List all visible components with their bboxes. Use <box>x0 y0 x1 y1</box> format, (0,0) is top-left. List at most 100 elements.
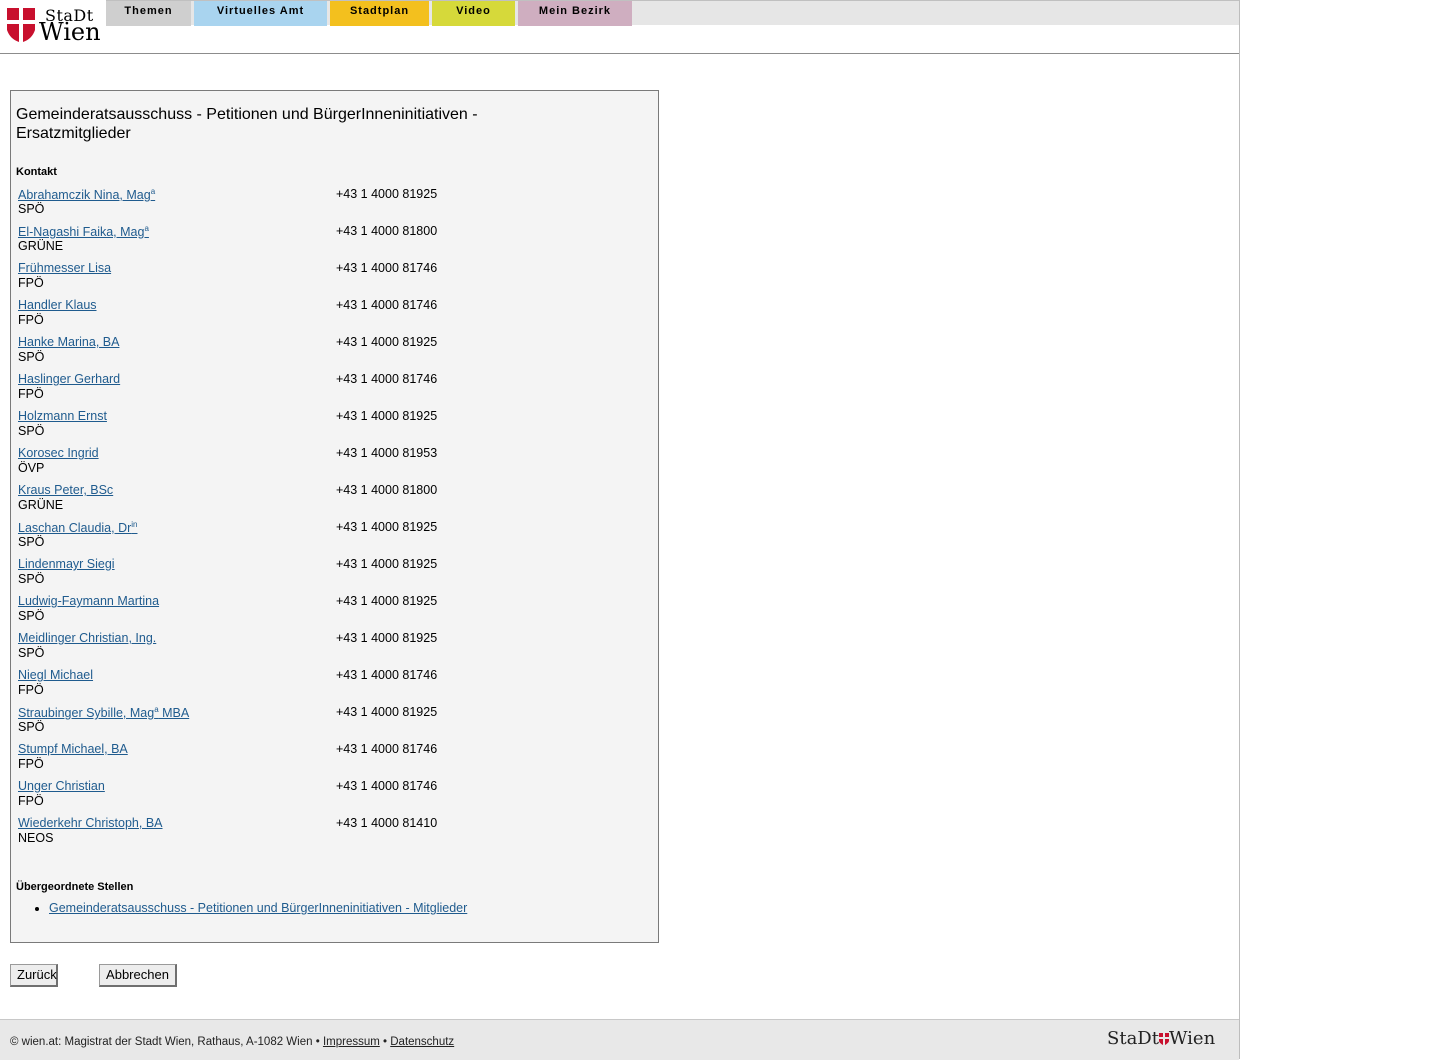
contact-name-link[interactable]: Frühmesser Lisa <box>18 261 111 275</box>
contact-row: Ludwig-Faymann Martina SPÖ +43 1 4000 8192… <box>18 594 638 631</box>
contact-name-link[interactable]: Niegl Michael <box>18 668 93 682</box>
contact-list: Abrahamczik Nina, Maga SPÖ +43 1 4000 8192… <box>18 187 638 853</box>
contact-name: Handler Klaus <box>18 298 97 312</box>
contact-phone: +43 1 4000 81925 <box>336 631 438 645</box>
contact-row: Hanke Marina, BA SPÖ +43 1 4000 81925 <box>18 335 638 372</box>
contact-name: Lindenmayr Siegi <box>18 557 115 571</box>
tab-stadtplan[interactable]: Stadtplan <box>330 1 429 26</box>
footer-logo-wien: Wien <box>1168 1028 1216 1049</box>
contact-party: SPÖ <box>18 202 45 216</box>
tab-mein-bezirk[interactable]: Mein Bezirk <box>518 1 632 26</box>
contact-party: NEOS <box>18 831 54 845</box>
contact-name-link[interactable]: Lindenmayr Siegi <box>18 557 115 571</box>
contact-row: Korosec Ingrid ÖVP +43 1 4000 81953 <box>18 446 638 483</box>
contact-name-link[interactable]: Abrahamczik Nina, Maga <box>18 187 155 202</box>
datenschutz-link[interactable]: Datenschutz <box>390 1036 454 1048</box>
contact-name-link[interactable]: Haslinger Gerhard <box>18 372 120 386</box>
contact-party: FPÖ <box>18 276 44 290</box>
footer-separator: • <box>383 1036 388 1048</box>
parent-units-heading: Übergeordnete Stellen <box>16 881 134 893</box>
contact-row: Wiederkehr Christoph, BA NEOS +43 1 4000 8… <box>18 816 638 853</box>
contact-phone: +43 1 4000 81925 <box>336 187 438 201</box>
contact-name: Unger Christian <box>18 779 105 793</box>
footer-copyright: © wien.at: Magistrat der Stadt Wien, Rat… <box>10 1036 320 1048</box>
contact-title-superscript: in <box>131 520 138 529</box>
contact-name: Stumpf Michael, BA <box>18 742 128 756</box>
contact-name: Frühmesser Lisa <box>18 261 112 275</box>
contact-row: Lindenmayr Siegi SPÖ +43 1 4000 81925 <box>18 557 638 594</box>
contact-party: FPÖ <box>18 794 44 808</box>
tab-virtuelles-amt[interactable]: Virtuelles Amt <box>194 1 327 26</box>
wien-logo[interactable]: StaDt Wien <box>7 6 103 46</box>
contact-phone: +43 1 4000 81746 <box>336 261 438 275</box>
contact-name-link[interactable]: Holzmann Ernst <box>18 409 107 423</box>
contact-party: SPÖ <box>18 720 45 734</box>
contact-row: Unger Christian FPÖ +43 1 4000 81746 <box>18 779 638 816</box>
contact-party: SPÖ <box>18 535 45 549</box>
footer-logo-stadt: StaDt <box>1107 1028 1159 1049</box>
contact-name: Abrahamczik Nina, Mag <box>18 188 151 203</box>
contact-name: Meidlinger Christian, Ing. <box>18 631 157 645</box>
contact-party: SPÖ <box>18 572 45 586</box>
header: StaDt Wien Themen Virtuelles Amt Stadtpl… <box>0 0 1239 54</box>
contact-name-link[interactable]: Meidlinger Christian, Ing. <box>18 631 156 645</box>
logo-wien-text: Wien <box>39 18 101 46</box>
contact-name-link[interactable]: Laschan Claudia, Drin <box>18 520 138 535</box>
contact-phone: +43 1 4000 81746 <box>336 742 438 756</box>
contact-name-link[interactable]: Wiederkehr Christoph, BA <box>18 816 163 830</box>
footer: © wien.at: Magistrat der Stadt Wien, Rat… <box>0 1019 1239 1060</box>
contact-phone: +43 1 4000 81746 <box>336 668 438 682</box>
contact-phone: +43 1 4000 81746 <box>336 372 438 386</box>
impressum-link[interactable]: Impressum <box>323 1036 380 1048</box>
contact-name-link[interactable]: Stumpf Michael, BA <box>18 742 128 756</box>
parent-unit-link[interactable]: Gemeinderatsausschuss - Petitionen und B… <box>49 901 467 915</box>
contact-phone: +43 1 4000 81746 <box>336 779 438 793</box>
contact-phone: +43 1 4000 81925 <box>336 520 438 534</box>
contact-row: Frühmesser Lisa FPÖ +43 1 4000 81746 <box>18 261 638 298</box>
contact-name-link[interactable]: El-Nagashi Faika, Maga <box>18 224 149 239</box>
contact-name: Straubinger Sybille, Mag <box>18 706 155 721</box>
contact-name: Korosec Ingrid <box>18 446 99 460</box>
contact-title-superscript: a <box>144 224 149 233</box>
contact-row: Straubinger Sybille, Maga MBA SPÖ +43 1 40… <box>18 705 638 742</box>
contact-party: SPÖ <box>18 646 45 660</box>
contact-name: Laschan Claudia, Dr <box>18 521 132 536</box>
tab-themen[interactable]: Themen <box>106 1 191 26</box>
contact-phone: +43 1 4000 81953 <box>336 446 438 460</box>
footer-wien-logo[interactable]: StaDt Wien <box>1107 1028 1215 1049</box>
contact-party: FPÖ <box>18 387 44 401</box>
contact-party: FPÖ <box>18 757 44 771</box>
contact-row: Stumpf Michael, BA FPÖ +43 1 4000 81746 <box>18 742 638 779</box>
contact-name-link[interactable]: Handler Klaus <box>18 298 97 312</box>
contact-row: Handler Klaus FPÖ +43 1 4000 81746 <box>18 298 638 335</box>
tab-video[interactable]: Video <box>432 1 515 26</box>
contact-name: Hanke Marina, BA <box>18 335 120 349</box>
committee-panel: Gemeinderatsausschuss - Petitionen und B… <box>10 90 659 943</box>
contact-name: Haslinger Gerhard <box>18 372 121 386</box>
contact-row: Meidlinger Christian, Ing. SPÖ +43 1 4000 … <box>18 631 638 668</box>
contact-name-link[interactable]: Unger Christian <box>18 779 105 793</box>
contact-party: FPÖ <box>18 313 44 327</box>
contact-name-link[interactable]: Ludwig-Faymann Martina <box>18 594 159 608</box>
contact-name-link[interactable]: Straubinger Sybille, Maga MBA <box>18 705 189 720</box>
contact-phone: +43 1 4000 81410 <box>336 816 438 830</box>
contact-heading: Kontakt <box>16 166 57 178</box>
contact-phone: +43 1 4000 81925 <box>336 557 438 571</box>
contact-party: SPÖ <box>18 350 45 364</box>
contact-row: Haslinger Gerhard FPÖ +43 1 4000 81746 <box>18 372 638 409</box>
contact-party: FPÖ <box>18 683 44 697</box>
page: StaDt Wien Themen Virtuelles Amt Stadtpl… <box>0 0 1240 1060</box>
contact-name: El-Nagashi Faika, Mag <box>18 225 145 240</box>
footer-text: © wien.at: Magistrat der Stadt Wien, Rat… <box>10 1036 454 1048</box>
back-button[interactable]: Zurück <box>10 964 58 987</box>
contact-name-suffix: MBA <box>158 706 190 721</box>
contact-name-link[interactable]: Kraus Peter, BSc <box>18 483 113 497</box>
contact-name: Wiederkehr Christoph, BA <box>18 816 163 830</box>
contact-name-link[interactable]: Korosec Ingrid <box>18 446 99 460</box>
contact-name-link[interactable]: Hanke Marina, BA <box>18 335 119 349</box>
contact-row: Abrahamczik Nina, Maga SPÖ +43 1 4000 8192… <box>18 187 638 224</box>
cancel-button[interactable]: Abbrechen <box>99 964 177 987</box>
contact-row: Kraus Peter, BSc GRÜNE +43 1 4000 81800 <box>18 483 638 520</box>
contact-party: GRÜNE <box>18 498 64 512</box>
contact-party: GRÜNE <box>18 239 64 253</box>
